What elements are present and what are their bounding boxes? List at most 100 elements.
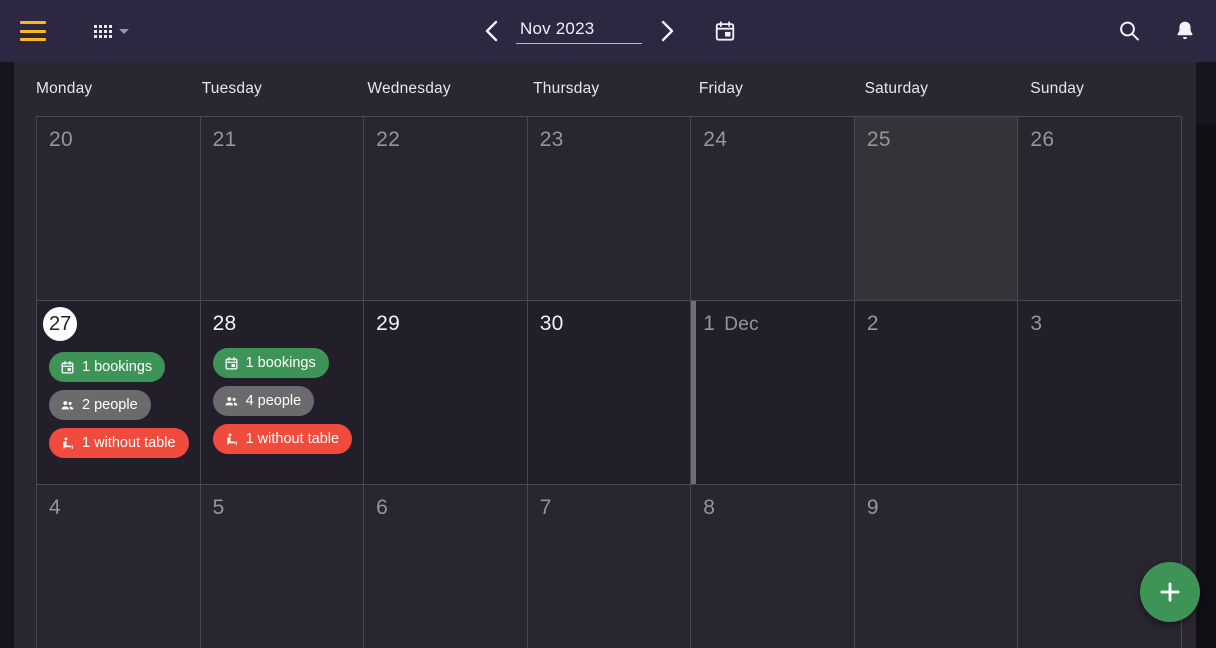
- day-cell[interactable]: 2: [855, 301, 1019, 485]
- day-number-value: 5: [213, 495, 225, 521]
- day-number: 30: [540, 311, 564, 337]
- day-cell[interactable]: 27 1 bookings 2 people 1 without table: [37, 301, 201, 485]
- day-cell[interactable]: 28 1 bookings 4 people 1 without table: [201, 301, 365, 485]
- add-booking-fab[interactable]: [1140, 562, 1200, 622]
- day-number: 2: [867, 311, 879, 337]
- day-cell[interactable]: 24: [691, 117, 855, 301]
- day-cell[interactable]: 22: [364, 117, 528, 301]
- summary-chip[interactable]: 1 without table: [49, 428, 189, 458]
- summary-chip[interactable]: 2 people: [49, 390, 151, 420]
- summary-chip[interactable]: 1 bookings: [49, 352, 165, 382]
- day-number-value: 1: [703, 311, 715, 337]
- apps-grid-button[interactable]: [94, 25, 129, 38]
- day-number: 20: [49, 127, 73, 153]
- day-cell[interactable]: 9: [855, 485, 1019, 648]
- calendar-stage: Monday Tuesday Wednesday Thursday Friday…: [0, 62, 1216, 648]
- top-app-bar: Nov 2023: [0, 0, 1216, 62]
- day-cell[interactable]: 3: [1018, 301, 1182, 485]
- plus-icon: [1157, 579, 1183, 605]
- summary-chip-label: 1 bookings: [246, 355, 316, 371]
- day-cell[interactable]: 25: [855, 117, 1019, 301]
- search-icon: [1117, 19, 1141, 43]
- chair-icon: [60, 436, 75, 451]
- day-cell[interactable]: 29: [364, 301, 528, 485]
- weekday-label: Monday: [36, 80, 202, 98]
- day-number: 5: [213, 495, 225, 521]
- day-number: 3: [1030, 311, 1042, 337]
- hamburger-menu-icon[interactable]: [20, 21, 46, 41]
- day-number-value: 28: [213, 311, 237, 337]
- day-cell[interactable]: 23: [528, 117, 692, 301]
- weekday-label: Wednesday: [367, 80, 533, 98]
- summary-chip-label: 4 people: [246, 393, 302, 409]
- day-number: 24: [703, 127, 727, 153]
- date-picker-button[interactable]: [708, 14, 742, 48]
- grid-apps-icon: [94, 25, 112, 38]
- summary-chip-label: 2 people: [82, 397, 138, 413]
- day-number: 21: [213, 127, 237, 153]
- day-cell-scrollbar[interactable]: [691, 301, 696, 484]
- day-number-value: 21: [213, 127, 237, 153]
- today-badge: 27: [43, 307, 77, 341]
- day-cell[interactable]: 4: [37, 485, 201, 648]
- day-cell[interactable]: 7: [528, 485, 692, 648]
- notifications-button[interactable]: [1170, 16, 1200, 46]
- day-number-value: 22: [376, 127, 400, 153]
- calendar-icon: [224, 356, 239, 371]
- summary-chip-label: 1 without table: [246, 431, 340, 447]
- month-grid: 20212223242526271 bookings2 people1 with…: [36, 116, 1182, 648]
- day-number-value: 2: [867, 311, 879, 337]
- day-number: 26: [1030, 127, 1054, 153]
- day-number: 9: [867, 495, 879, 521]
- summary-chip-label: 1 bookings: [82, 359, 152, 375]
- day-cell[interactable]: 5: [201, 485, 365, 648]
- day-cell[interactable]: 21: [201, 117, 365, 301]
- calendar-icon: [714, 20, 736, 42]
- next-period-button[interactable]: [650, 14, 684, 48]
- day-cell[interactable]: 8: [691, 485, 855, 648]
- day-cell[interactable]: 1 Dec: [691, 301, 855, 485]
- page-scrollbar-track[interactable]: [1196, 124, 1216, 648]
- day-number-value: 8: [703, 495, 715, 521]
- day-cell[interactable]: 30: [528, 301, 692, 485]
- previous-period-button[interactable]: [474, 14, 508, 48]
- day-number-value: 7: [540, 495, 552, 521]
- day-number-value: 25: [867, 127, 891, 153]
- day-number: 6: [376, 495, 388, 521]
- day-number-value: 24: [703, 127, 727, 153]
- day-number: 23: [540, 127, 564, 153]
- month-calendar: Monday Tuesday Wednesday Thursday Friday…: [14, 62, 1196, 648]
- day-number: 22: [376, 127, 400, 153]
- topbar-right-group: [1114, 16, 1200, 46]
- day-number-value: 23: [540, 127, 564, 153]
- period-navigator: Nov 2023: [0, 14, 1216, 48]
- search-button[interactable]: [1114, 16, 1144, 46]
- summary-chip[interactable]: 4 people: [213, 386, 315, 416]
- day-number: 8: [703, 495, 715, 521]
- people-icon: [224, 394, 239, 409]
- day-cell[interactable]: 6: [364, 485, 528, 648]
- calendar-app: Nov 2023: [0, 0, 1216, 648]
- chair-icon: [224, 432, 239, 447]
- day-number-value: 4: [49, 495, 61, 521]
- weekday-label: Sunday: [1030, 80, 1196, 98]
- day-cell[interactable]: 20: [37, 117, 201, 301]
- day-month-label: Dec: [724, 312, 759, 338]
- period-input[interactable]: Nov 2023: [516, 19, 642, 44]
- weekday-label: Tuesday: [202, 80, 368, 98]
- topbar-left-group: [0, 21, 129, 41]
- day-number: 29: [376, 311, 400, 337]
- day-cell[interactable]: 26: [1018, 117, 1182, 301]
- weekday-header-row: Monday Tuesday Wednesday Thursday Friday…: [14, 62, 1196, 116]
- day-number: 25: [867, 127, 891, 153]
- summary-chip[interactable]: 1 bookings: [213, 348, 329, 378]
- day-number-value: 30: [540, 311, 564, 337]
- day-number-value: 26: [1030, 127, 1054, 153]
- day-number-value: 6: [376, 495, 388, 521]
- calendar-icon: [60, 360, 75, 375]
- day-number-value: 9: [867, 495, 879, 521]
- summary-chip[interactable]: 1 without table: [213, 424, 353, 454]
- bell-icon: [1173, 19, 1197, 43]
- day-summary-chips: 1 bookings 2 people 1 without table: [49, 352, 188, 458]
- day-number: 1 Dec: [703, 311, 759, 338]
